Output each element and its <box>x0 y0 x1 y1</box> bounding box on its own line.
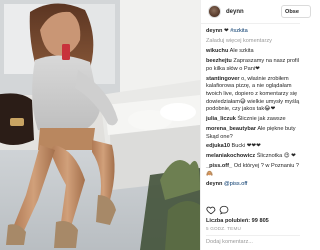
comment-username[interactable]: stantingover <box>206 76 240 82</box>
load-more-comments[interactable]: Załaduj więcej komentarzy <box>206 38 300 46</box>
post-photo[interactable] <box>0 0 200 250</box>
comment-username[interactable]: wikuchu <box>206 48 228 54</box>
list-item: morena_beautybar Ale piękne buty Skąd on… <box>206 126 300 141</box>
caption-heart: ❤ <box>224 28 229 34</box>
comment-username[interactable]: melaniakochowicz <box>206 153 255 159</box>
heart-icon[interactable] <box>206 205 216 215</box>
comment-username[interactable]: morena_beautybar <box>206 126 256 132</box>
post-date[interactable]: 5 GODZ. TEMU <box>206 226 241 232</box>
comment-mention[interactable]: @piss.off <box>224 181 247 187</box>
photo-image <box>0 0 200 250</box>
list-item: julia_liczuk Ślicznie jak zawsze <box>206 116 300 124</box>
comment-text: Ślicznie jak zawsze <box>237 116 286 123</box>
comments-list: deynn ❤ #szkita Załaduj więcej komentarz… <box>206 28 300 191</box>
list-item: wikuchu Ale szkita <box>206 48 300 56</box>
caption: deynn ❤ #szkita <box>206 28 300 36</box>
avatar[interactable] <box>208 5 221 18</box>
post-sidebar: deynn Obse deynn ❤ #szkita Załaduj więce… <box>200 0 311 250</box>
likes-count[interactable]: Liczba polubień: 99 805 <box>206 218 269 226</box>
comment-text: Ale szkita <box>229 48 254 55</box>
comment-text: Bucki ❤❤❤ <box>231 143 261 150</box>
caption-username[interactable]: deynn <box>206 28 222 34</box>
comment-text: Ślicznotka 😍 ❤ <box>256 153 296 160</box>
list-item: deynn @piss.off <box>206 181 300 189</box>
comment-username[interactable]: deynn <box>206 181 222 187</box>
caption-hashtag[interactable]: #szkita <box>230 28 247 34</box>
divider <box>206 235 300 236</box>
list-item: melaniakochowicz Ślicznotka 😍 ❤ <box>206 153 300 161</box>
list-item: beezhejtu Zapraszamy na nasz profil po k… <box>206 58 300 73</box>
post-actions <box>206 205 301 217</box>
comment-username[interactable]: edjuka10 <box>206 143 230 149</box>
comment-icon[interactable] <box>219 205 229 215</box>
list-item: stantingover o, właśnie zrobiłem kalafio… <box>206 76 300 114</box>
follow-button[interactable]: Obse <box>281 5 311 18</box>
comment-username[interactable]: beezhejtu <box>206 58 232 64</box>
post-username[interactable]: deynn <box>226 8 244 16</box>
list-item: edjuka10 Bucki ❤❤❤ <box>206 143 300 151</box>
comment-input[interactable]: Dodaj komentarz... <box>206 239 253 247</box>
list-item: _piss.off_ Od któryej ? w Poznaniu ? 🙈 <box>206 163 300 178</box>
comment-username[interactable]: _piss.off_ <box>206 163 232 169</box>
post-header: deynn Obse <box>201 0 311 24</box>
comment-username[interactable]: julia_liczuk <box>206 116 236 122</box>
